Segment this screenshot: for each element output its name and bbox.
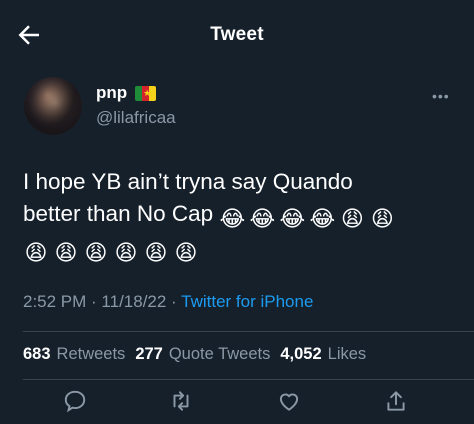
weary-face-emoji: 😩: [144, 240, 168, 265]
tweet-text: I hope YB ain’t tryna say Quando better …: [23, 166, 463, 266]
weary-face-emoji: 😩: [24, 240, 48, 265]
top-bar: Tweet: [0, 0, 474, 68]
retweets-stat[interactable]: 683 Retweets: [23, 345, 125, 364]
tweet-meta: 2:52 PM · 11/18/22 · Twitter for iPhone: [23, 292, 313, 312]
heart-icon[interactable]: [276, 388, 302, 414]
weary-face-emoji: 😩: [340, 206, 364, 231]
emoji-group: 😂 😂 😂 😂 😩 😩: [219, 201, 399, 231]
tweet-line-1: I hope YB ain’t tryna say Quando: [23, 169, 353, 194]
laughing-emoji: 😂: [219, 206, 246, 231]
reply-icon[interactable]: [62, 388, 88, 414]
laughing-emoji: 😂: [309, 206, 336, 231]
weary-face-emoji: 😩: [114, 240, 138, 265]
quote-tweets-stat[interactable]: 277 Quote Tweets: [135, 345, 270, 364]
tweet-line-2-text: better than No Cap: [23, 201, 214, 226]
likes-stat[interactable]: 4,052 Likes: [280, 345, 366, 364]
share-icon[interactable]: [383, 388, 409, 414]
weary-face-emoji: 😩: [54, 240, 78, 265]
weary-face-emoji: 😩: [370, 206, 394, 231]
tweet-timestamp: 2:52 PM · 11/18/22 ·: [23, 292, 182, 311]
quote-tweets-label: Quote Tweets: [168, 345, 271, 363]
cameroon-flag-icon: [135, 85, 157, 101]
more-options-icon[interactable]: •••: [432, 88, 450, 104]
page-title: Tweet: [210, 24, 264, 45]
avatar[interactable]: [24, 77, 82, 135]
author-handle[interactable]: @lilafricaa: [96, 108, 176, 128]
laughing-emoji: 😂: [279, 206, 306, 231]
quote-tweets-count: 277: [135, 345, 163, 363]
likes-count: 4,052: [280, 345, 322, 363]
tweet-line-2: better than No Cap 😂 😂 😂 😂 😩 😩: [23, 198, 463, 232]
retweets-count: 683: [23, 345, 51, 363]
author-name-row: pnp: [96, 83, 157, 103]
tweet-actions: [0, 388, 474, 418]
emoji-group: 😩 😩 😩 😩 😩 😩: [23, 232, 463, 266]
divider: [23, 331, 474, 332]
divider: [23, 379, 474, 380]
weary-face-emoji: 😩: [84, 240, 108, 265]
laughing-emoji: 😂: [249, 206, 276, 231]
retweets-label: Retweets: [56, 345, 126, 363]
retweet-icon[interactable]: [168, 388, 194, 414]
likes-label: Likes: [327, 345, 367, 363]
tweet-source-link[interactable]: Twitter for iPhone: [181, 292, 313, 311]
author-name[interactable]: pnp: [96, 83, 127, 103]
tweet-stats: 683 Retweets 277 Quote Tweets 4,052 Likes: [23, 345, 376, 364]
weary-face-emoji: 😩: [174, 240, 198, 265]
